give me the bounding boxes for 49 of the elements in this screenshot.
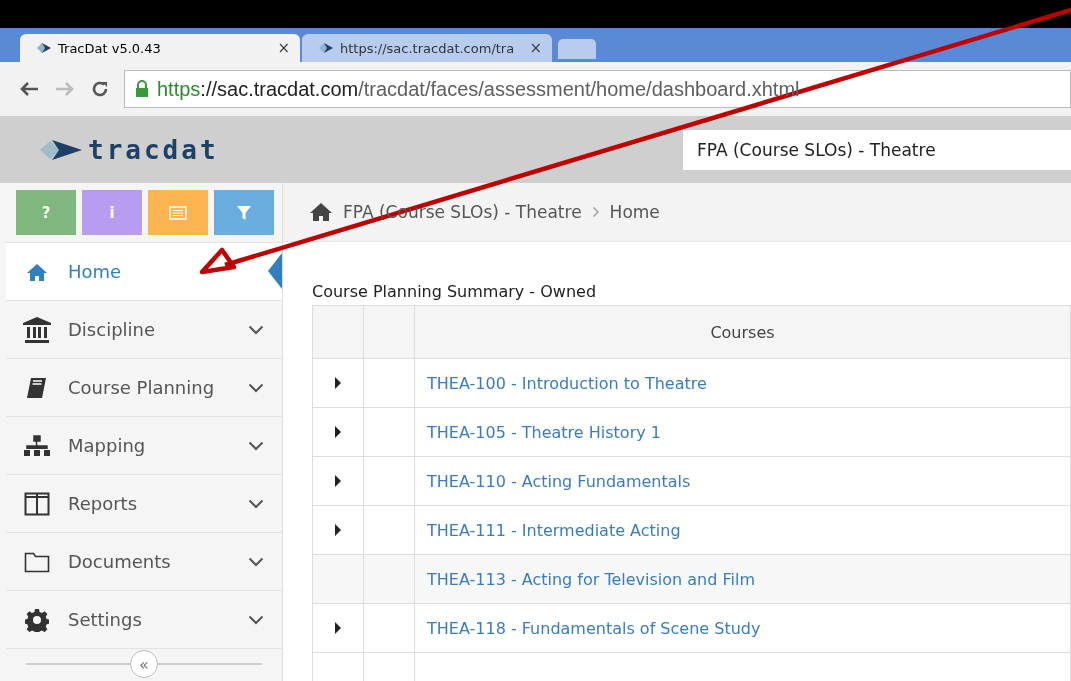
sidebar-item[interactable]: Discipline (6, 301, 282, 359)
url-text: https://sac.tracdat.com/tracdat/faces/assessment/home/dashboard.xhtml (157, 77, 800, 101)
expand-arrow-icon[interactable] (334, 376, 342, 389)
tab-title: https://sac.tracdat.com/tra (340, 40, 516, 56)
columns-icon (24, 491, 50, 516)
lock-icon (135, 80, 149, 98)
sidebar-item[interactable]: Documents (6, 533, 282, 591)
list-icon (169, 205, 187, 220)
expand-arrow-icon[interactable] (334, 523, 342, 536)
sitemap-icon (23, 434, 51, 457)
collapse-button[interactable]: « (130, 650, 158, 678)
sidebar-item[interactable]: Reports (6, 475, 282, 533)
browser-tab[interactable]: https://sac.tracdat.com/tra × (302, 34, 552, 62)
diamond-logo-icon (36, 40, 52, 56)
chevron-right-icon (591, 206, 600, 218)
column-header (363, 305, 415, 359)
course-link[interactable]: THEA-110 - Acting Fundamentals (427, 471, 691, 491)
back-arrow-icon[interactable] (18, 80, 40, 98)
course-link[interactable]: THEA-105 - Theatre History 1 (427, 422, 661, 442)
close-icon[interactable]: × (529, 39, 542, 57)
settings-icon (25, 607, 49, 632)
column-header: Courses (414, 305, 1071, 359)
folder-icon (24, 550, 50, 573)
sidebar-item[interactable]: Course Planning (6, 359, 282, 417)
book-icon (25, 375, 49, 400)
project-select[interactable]: FPA (Course SLOs) - Theatre (683, 130, 1071, 170)
browser-tab[interactable]: TracDat v5.0.43 × (20, 34, 300, 62)
reload-icon[interactable] (90, 79, 110, 99)
filter-icon (237, 205, 251, 220)
course-link[interactable]: THEA-113 - Acting for Television and Film (427, 569, 755, 589)
diamond-logo-icon (318, 40, 334, 56)
column-header (312, 305, 364, 359)
breadcrumb-link[interactable]: Home (609, 202, 660, 222)
expand-arrow-icon[interactable] (334, 474, 342, 487)
diamond-logo-icon (38, 138, 84, 162)
sidebar-item[interactable]: Home (6, 243, 282, 301)
bank-icon (22, 315, 52, 344)
expand-arrow-icon[interactable] (334, 621, 342, 634)
course-link[interactable]: THEA-100 - Introduction to Theatre (427, 373, 707, 393)
tab-title: TracDat v5.0.43 (58, 40, 162, 56)
expand-arrow-icon[interactable] (334, 425, 342, 438)
course-link[interactable]: THEA-111 - Intermediate Acting (427, 520, 681, 540)
table-title: Course Planning Summary - Owned (312, 282, 598, 301)
home-icon (26, 262, 48, 281)
close-icon[interactable]: × (277, 39, 290, 57)
logo-text: tracdat (88, 135, 219, 165)
home-icon[interactable] (309, 202, 333, 222)
address-bar[interactable]: https://sac.tracdat.com/tracdat/faces/assessment/home/dashboard.xhtml (124, 70, 1071, 108)
sidebar-item[interactable]: Mapping (6, 417, 282, 475)
